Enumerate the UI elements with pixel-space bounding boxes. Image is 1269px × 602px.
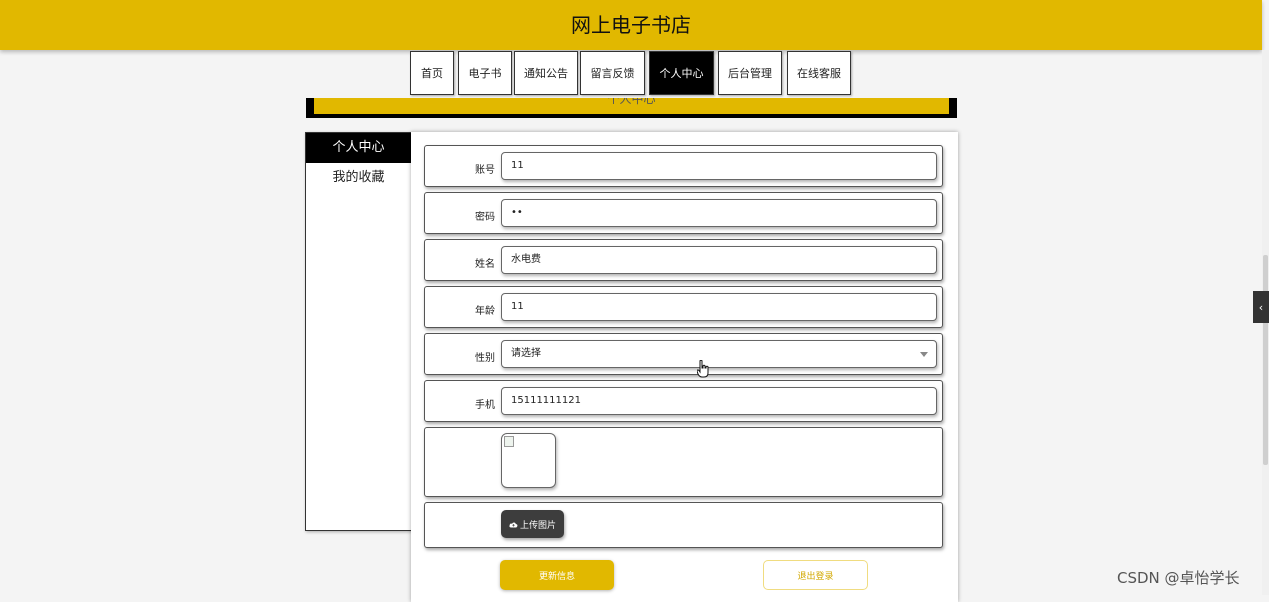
phone-input[interactable]: 15111111121: [501, 387, 937, 415]
section-banner: 个人中心: [306, 98, 957, 118]
update-info-button[interactable]: 更新信息: [500, 560, 614, 590]
chevron-left-icon[interactable]: ‹: [1253, 291, 1269, 323]
nav-personal-center[interactable]: 个人中心: [649, 51, 714, 95]
gender-select-value: 请选择: [511, 348, 541, 359]
site-title: 网上电子书店: [571, 13, 691, 37]
form-row-account: 账号 11: [424, 145, 943, 187]
nav-notices[interactable]: 通知公告: [514, 51, 578, 95]
name-input[interactable]: 水电费: [501, 246, 937, 274]
avatar-preview: [501, 433, 556, 488]
upload-image-label: 上传图片: [519, 520, 556, 531]
nav-admin[interactable]: 后台管理: [718, 51, 782, 95]
form-row-avatar: [424, 427, 943, 497]
gender-select[interactable]: 请选择: [501, 340, 937, 368]
gender-label: 性别: [475, 353, 495, 364]
name-label: 姓名: [475, 259, 495, 270]
upload-image-button[interactable]: 上传图片: [501, 510, 564, 538]
user-sidebar: 个人中心 我的收藏: [305, 132, 412, 531]
form-row-age: 年龄 11: [424, 286, 943, 328]
password-label: 密码: [475, 212, 495, 223]
form-row-name: 姓名 水电费: [424, 239, 943, 281]
chevron-down-icon: [920, 352, 928, 357]
nav-home[interactable]: 首页: [410, 51, 454, 95]
form-row-phone: 手机 15111111121: [424, 380, 943, 422]
sidebar-item-favorites[interactable]: 我的收藏: [306, 163, 411, 193]
age-label: 年龄: [475, 306, 495, 317]
watermark-text: CSDN @卓怡学长: [1117, 569, 1240, 587]
form-row-password: 密码 ••: [424, 192, 943, 234]
sidebar-item-personal-center[interactable]: 个人中心: [306, 133, 411, 163]
phone-label: 手机: [475, 400, 495, 411]
form-row-upload: 上传图片: [424, 502, 943, 548]
nav-feedback[interactable]: 留言反馈: [580, 51, 645, 95]
profile-form-panel: 账号 11 密码 •• 姓名 水电费 年龄 11 性别 请选择 手机 15111…: [411, 132, 958, 602]
scrollbar-thumb[interactable]: [1263, 255, 1268, 465]
password-input[interactable]: ••: [501, 199, 937, 227]
hand-cursor-icon: [697, 360, 709, 378]
age-input[interactable]: 11: [501, 293, 937, 321]
form-row-gender: 性别 请选择: [424, 333, 943, 375]
account-input[interactable]: 11: [501, 152, 937, 180]
site-header: 网上电子书店: [0, 0, 1262, 50]
cloud-upload-icon: [509, 522, 518, 527]
logout-button[interactable]: 退出登录: [763, 560, 868, 590]
nav-ebooks[interactable]: 电子书: [458, 51, 512, 95]
main-nav: 首页 电子书 通知公告 留言反馈 个人中心 后台管理 在线客服: [0, 51, 1269, 99]
banner-title: 个人中心: [314, 98, 949, 114]
account-label: 账号: [475, 165, 495, 176]
broken-image-icon: [504, 436, 514, 447]
nav-online-service[interactable]: 在线客服: [787, 51, 851, 95]
